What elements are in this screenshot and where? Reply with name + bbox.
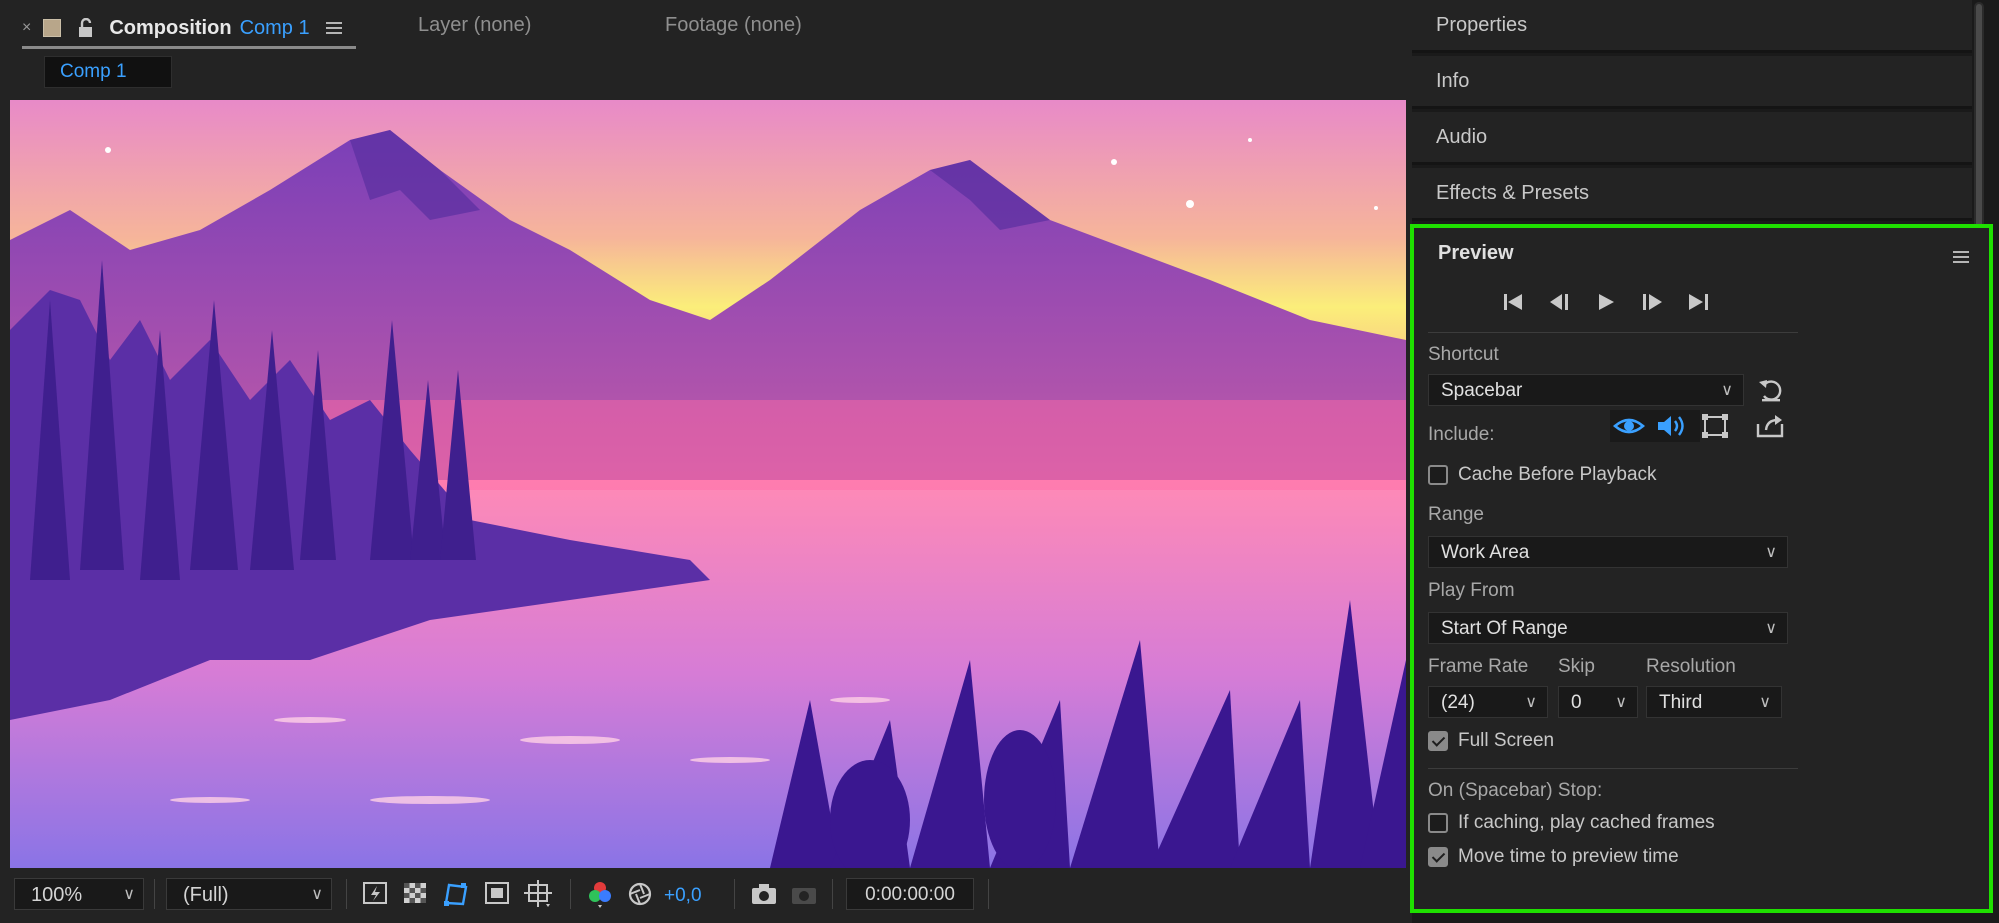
if-caching-checkbox[interactable]: If caching, play cached frames — [1428, 812, 1715, 834]
checkbox-box[interactable] — [1428, 731, 1448, 751]
include-overlays-icon[interactable] — [1698, 410, 1732, 442]
checkbox-box[interactable] — [1428, 465, 1448, 485]
panel-effects-presets[interactable]: Effects & Presets — [1412, 168, 1972, 221]
chevron-down-icon: ∨ — [1765, 544, 1777, 561]
range-dropdown[interactable]: Work Area ∨ — [1428, 536, 1788, 568]
previous-frame-icon[interactable] — [1546, 290, 1574, 314]
include-audio-speaker-icon[interactable] — [1654, 410, 1688, 442]
resolution-value: (Full) — [183, 884, 229, 906]
panel-menu-icon[interactable] — [1953, 248, 1969, 266]
play-from-label: Play From — [1428, 580, 1515, 601]
skip-label: Skip — [1558, 656, 1595, 677]
magnification-value: 100% — [31, 884, 83, 906]
shortcut-label: Shortcut — [1428, 344, 1499, 365]
divider — [1428, 332, 1798, 333]
panel-properties[interactable]: Properties — [1412, 0, 1972, 53]
panel-info-label: Info — [1436, 70, 1470, 92]
panel-audio[interactable]: Audio — [1412, 112, 1972, 165]
panel-info[interactable]: Info — [1412, 56, 1972, 109]
panel-properties-label: Properties — [1436, 14, 1528, 36]
chevron-down-icon: ∨ — [1615, 694, 1627, 711]
transport-controls — [1500, 290, 1712, 314]
current-time-display[interactable]: 0:00:00:00 — [846, 878, 974, 910]
next-frame-icon[interactable] — [1638, 290, 1666, 314]
resolution-label: Resolution — [1646, 656, 1736, 677]
tab-composition-label: Composition — [109, 16, 232, 39]
fast-previews-icon[interactable] — [360, 879, 392, 909]
chevron-down-icon: ∨ — [1765, 620, 1777, 637]
composition-color-icon — [43, 19, 62, 37]
close-icon[interactable]: × — [22, 19, 31, 37]
reset-icon[interactable] — [1756, 376, 1786, 404]
play-from-value: Start Of Range — [1441, 618, 1568, 639]
tab-composition[interactable]: × Composition Comp 1 — [22, 10, 356, 49]
move-time-checkbox[interactable]: Move time to preview time — [1428, 846, 1679, 868]
frame-rate-dropdown[interactable]: (24) ∨ — [1428, 686, 1548, 718]
include-label: Include: — [1428, 424, 1495, 445]
chevron-down-icon: ∨ — [1721, 382, 1733, 399]
chevron-down-icon: ∨ — [1759, 694, 1771, 711]
chevron-down-icon: ∨ — [123, 886, 135, 903]
checkbox-box[interactable] — [1428, 813, 1448, 833]
frame-rate-value: (24) — [1441, 692, 1475, 713]
panel-tabs: × Composition Comp 1 Layer (none) Footag… — [0, 0, 1412, 50]
mask-visibility-icon[interactable] — [440, 879, 472, 909]
chevron-down-icon: ∨ — [1525, 694, 1537, 711]
export-icon[interactable] — [1754, 410, 1788, 442]
snapshot-camera-icon[interactable] — [748, 879, 780, 909]
last-frame-icon[interactable] — [1684, 290, 1712, 314]
skip-value: 0 — [1571, 692, 1582, 713]
preview-title: Preview — [1438, 242, 1514, 264]
cache-before-playback-checkbox[interactable]: Cache Before Playback — [1428, 464, 1657, 486]
if-caching-label: If caching, play cached frames — [1458, 812, 1715, 833]
cache-before-playback-label: Cache Before Playback — [1458, 464, 1657, 485]
composition-panel: × Composition Comp 1 Layer (none) Footag… — [0, 0, 1412, 923]
composition-viewer[interactable] — [10, 100, 1406, 868]
transparency-grid-icon[interactable] — [400, 879, 432, 909]
shortcut-dropdown[interactable]: Spacebar ∨ — [1428, 374, 1744, 406]
lock-icon[interactable] — [75, 18, 97, 38]
comp-breadcrumb[interactable]: Comp 1 — [44, 56, 172, 88]
range-value: Work Area — [1441, 542, 1530, 563]
shortcut-value: Spacebar — [1441, 380, 1523, 401]
landscape-artwork — [10, 100, 1406, 868]
panel-menu-icon[interactable] — [325, 19, 342, 37]
panel-audio-label: Audio — [1436, 126, 1488, 148]
play-icon[interactable] — [1592, 290, 1620, 314]
tab-composition-name: Comp 1 — [239, 16, 310, 39]
resolution-dropdown[interactable]: (Full) ∨ — [166, 878, 332, 910]
tab-footage[interactable]: Footage (none) — [665, 14, 802, 37]
full-screen-label: Full Screen — [1458, 730, 1555, 751]
play-from-dropdown[interactable]: Start Of Range ∨ — [1428, 612, 1788, 644]
skip-dropdown[interactable]: 0 ∨ — [1558, 686, 1638, 718]
frame-rate-label: Frame Rate — [1428, 656, 1529, 677]
panel-effects-presets-label: Effects & Presets — [1436, 182, 1590, 204]
range-label: Range — [1428, 504, 1484, 525]
move-time-label: Move time to preview time — [1458, 846, 1679, 867]
chevron-down-icon: ∨ — [311, 886, 323, 903]
stop-options-label: On (Spacebar) Stop: — [1428, 780, 1603, 801]
tab-layer[interactable]: Layer (none) — [418, 14, 531, 37]
grid-guides-icon[interactable] — [522, 879, 554, 909]
exposure-reset-icon[interactable] — [624, 879, 656, 909]
resolution-dropdown[interactable]: Third ∨ — [1646, 686, 1782, 718]
preview-panel: Preview Shortcut Spacebar ∨ Include: Cac… — [1410, 224, 1993, 913]
magnification-dropdown[interactable]: 100% ∨ — [14, 878, 144, 910]
region-of-interest-icon[interactable] — [482, 879, 514, 909]
first-frame-icon[interactable] — [1500, 290, 1528, 314]
full-screen-checkbox[interactable]: Full Screen — [1428, 730, 1554, 752]
viewer-toolbar: 100% ∨ (Full) ∨ +0,0 0:00:00:00 — [0, 873, 1412, 923]
exposure-value[interactable]: +0,0 — [664, 885, 702, 907]
show-snapshot-icon[interactable] — [788, 879, 820, 909]
checkbox-box[interactable] — [1428, 847, 1448, 867]
include-video-eye-icon[interactable] — [1612, 410, 1646, 442]
resolution-value: Third — [1659, 692, 1703, 713]
divider — [1428, 768, 1798, 769]
channel-rgb-icon[interactable] — [584, 879, 616, 909]
